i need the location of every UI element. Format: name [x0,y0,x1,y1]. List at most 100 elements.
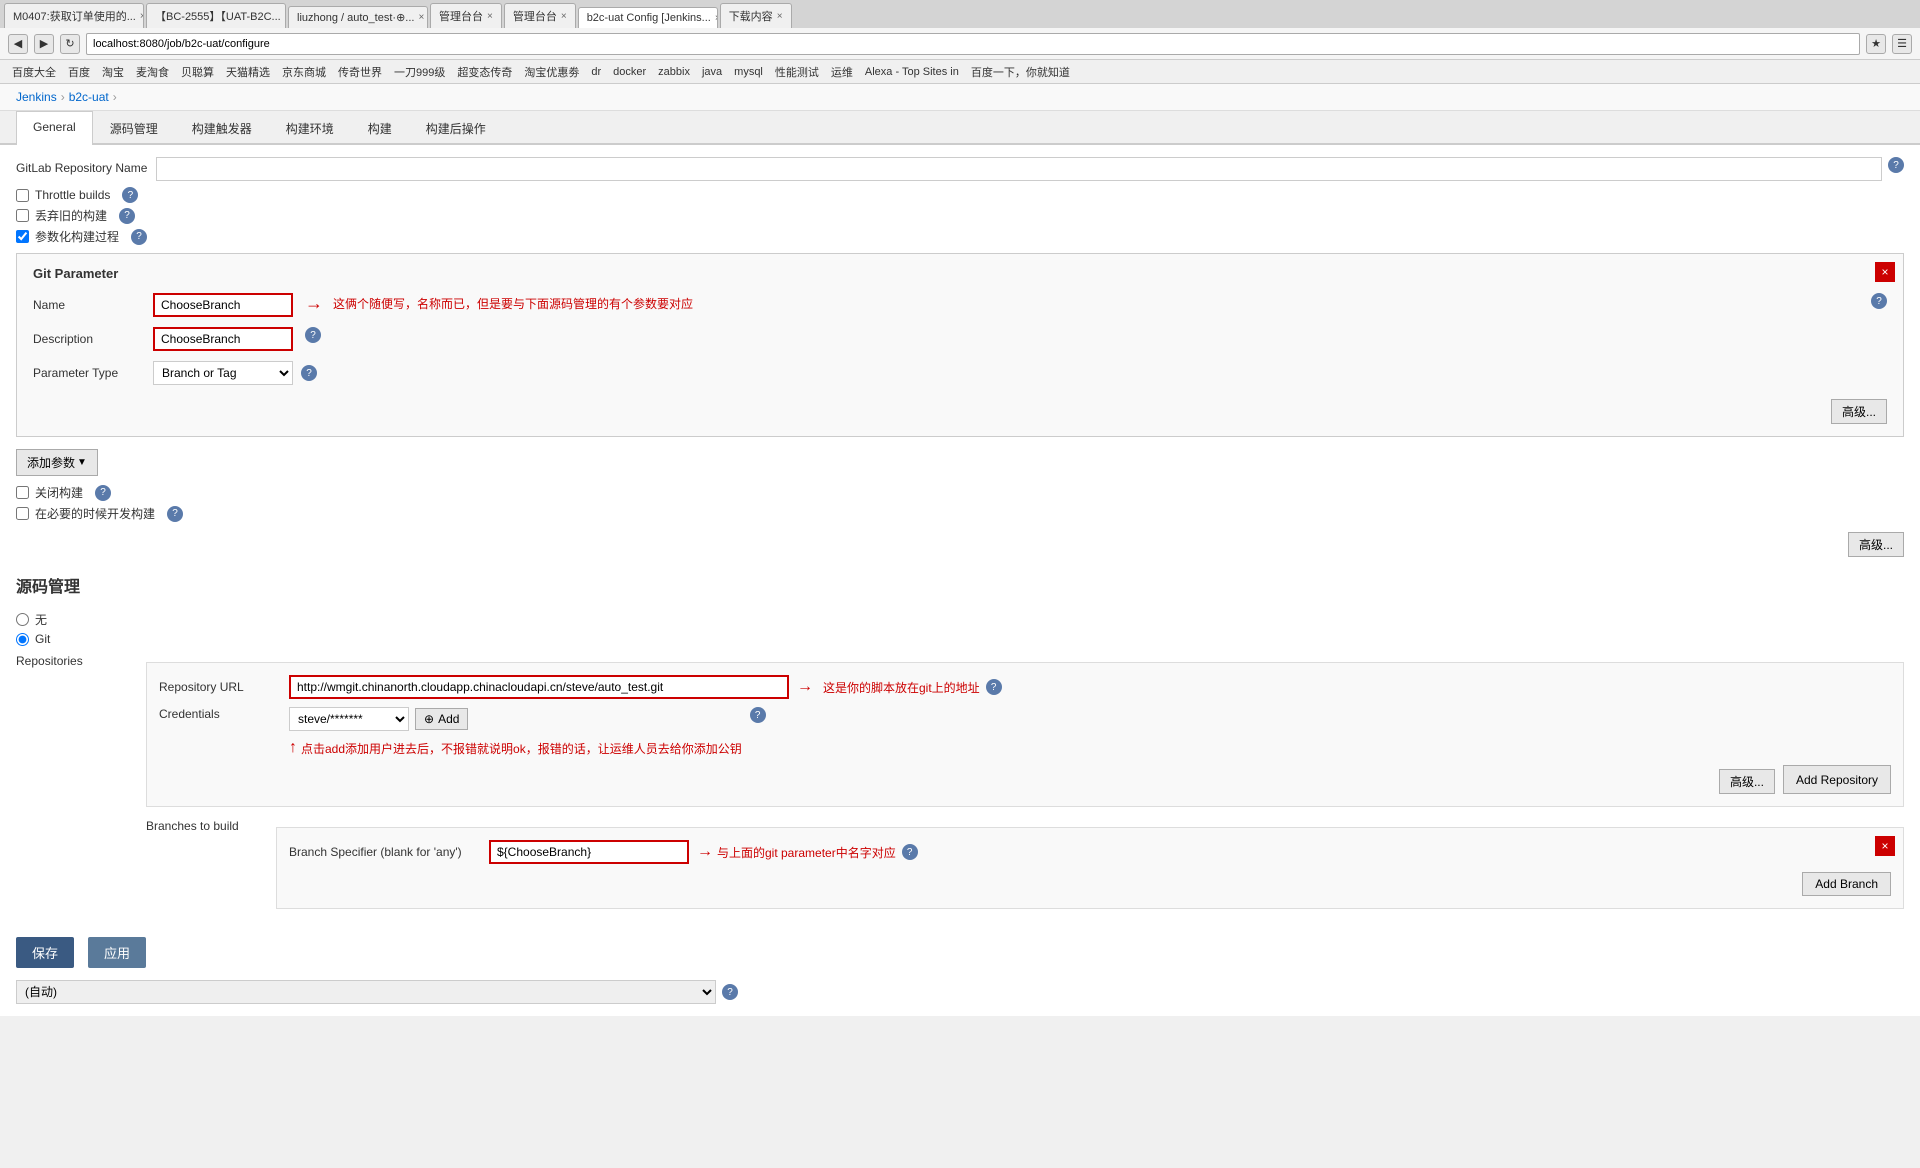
param-build-checkbox[interactable] [16,230,29,243]
credentials-info[interactable]: ? [750,707,766,723]
reload-button[interactable]: ↻ [60,34,80,54]
name-input[interactable] [153,293,293,317]
branch-arrow-icon: → [697,843,713,861]
branches-outer: Branches to build × Branch Specifier (bl… [146,819,1904,917]
credentials-select[interactable]: steve/******* [289,707,409,731]
bookmark-1[interactable]: 百度 [64,63,94,81]
tab-source-management[interactable]: 源码管理 [93,111,175,145]
discard-builds-row: 丢弃旧的构建 ? [16,207,1904,224]
add-params-button[interactable]: 添加参数 ▼ [16,449,98,476]
forward-button[interactable]: ▶ [34,34,54,54]
browser-tab-1[interactable]: M0407:获取订单使用的... × [4,3,144,28]
bookmark-15[interactable]: mysql [730,65,767,79]
apply-button[interactable]: 应用 [88,937,146,968]
repo-advanced-button[interactable]: 高级... [1719,769,1775,794]
gitlab-repo-info[interactable]: ? [1888,157,1904,173]
add-credentials-button[interactable]: ⊕ Add [415,708,468,730]
tab-build-env[interactable]: 构建环境 [269,111,351,145]
browser-tab-6[interactable]: b2c-uat Config [Jenkins... × [578,7,718,28]
disable-builds-checkbox[interactable] [16,486,29,499]
discard-builds-label: 丢弃旧的构建 [35,207,107,224]
param-type-select[interactable]: Branch or Tag [153,361,293,385]
build-when-checkbox[interactable] [16,507,29,520]
address-bar[interactable] [86,33,1860,55]
throttle-info[interactable]: ? [122,187,138,203]
tab-close-1[interactable]: × [140,11,144,22]
repo-url-annotation: 这是你的脚本放在git上的地址 [823,679,980,696]
auto-info[interactable]: ? [722,984,738,1000]
branch-annotation: 与上面的git parameter中名字对应 [717,844,896,861]
gitlab-repo-input[interactable] [156,157,1882,181]
add-params-label: 添加参数 [27,454,75,471]
param-type-info[interactable]: ? [301,365,317,381]
bookmark-10[interactable]: 淘宝优惠劵 [520,63,583,81]
gitlab-repo-label: GitLab Repository Name [16,157,156,175]
bookmark-19[interactable]: 百度一下，你就知道 [967,63,1074,81]
tab-close-5[interactable]: × [561,11,567,22]
tab-close-2[interactable]: × [285,11,286,22]
bookmark-5[interactable]: 天猫精选 [222,63,274,81]
repo-url-info[interactable]: ? [986,679,1002,695]
description-input[interactable] [153,327,293,351]
bookmark-13[interactable]: zabbix [654,65,694,79]
tab-build[interactable]: 构建 [351,111,409,145]
bookmark-12[interactable]: docker [609,65,650,79]
tab-general[interactable]: General [16,111,93,145]
bookmark-17[interactable]: 运维 [827,63,857,81]
bookmark-6[interactable]: 京东商城 [278,63,330,81]
browser-tab-7[interactable]: 下载内容 × [720,3,792,28]
bookmark-14[interactable]: java [698,65,726,79]
git-param-close-button[interactable]: × [1875,262,1895,282]
bookmark-3[interactable]: 麦淘食 [132,63,173,81]
tab-close-4[interactable]: × [487,11,493,22]
tab-post-build[interactable]: 构建后操作 [409,111,503,145]
menu-button[interactable]: ☰ [1892,34,1912,54]
add-params-dropdown-icon: ▼ [77,457,87,468]
advanced-2-button[interactable]: 高级... [1848,532,1904,557]
git-radio[interactable] [16,633,29,646]
description-info[interactable]: ? [305,327,321,343]
gitlab-repo-row: GitLab Repository Name ? [16,157,1904,181]
bookmark-8[interactable]: 一刀999级 [390,63,449,81]
discard-info[interactable]: ? [119,208,135,224]
add-branch-button[interactable]: Add Branch [1802,872,1891,896]
disable-builds-info[interactable]: ? [95,485,111,501]
bookmark-16[interactable]: 性能测试 [771,63,823,81]
tab-close-6[interactable]: × [715,13,718,24]
browser-tab-2[interactable]: 【BC-2555】【UAT-B2C... × [146,3,286,28]
bookmark-11[interactable]: dr [587,65,605,79]
back-button[interactable]: ◀ [8,34,28,54]
tab-build-trigger[interactable]: 构建触发器 [175,111,269,145]
discard-builds-checkbox[interactable] [16,209,29,222]
bookmark-7[interactable]: 传奇世界 [334,63,386,81]
bookmark-9[interactable]: 超变态传奇 [453,63,516,81]
bookmarks-bar: 百度大全 百度 淘宝 麦淘食 贝聪算 天猫精选 京东商城 传奇世界 一刀999级… [0,60,1920,84]
browser-tab-5[interactable]: 管理台台 × [504,3,576,28]
branch-specifier-input[interactable] [489,840,689,864]
auto-select[interactable]: (自动) [16,980,716,1004]
tab-close-7[interactable]: × [777,11,783,22]
star-button[interactable]: ★ [1866,34,1886,54]
branch-close-button[interactable]: × [1875,836,1895,856]
browser-tab-4[interactable]: 管理台台 × [430,3,502,28]
build-when-row: 在必要的时候开发构建 ? [16,505,1904,522]
add-repository-button[interactable]: Add Repository [1783,765,1891,794]
bookmark-4[interactable]: 贝聪算 [177,63,218,81]
tab-close-3[interactable]: × [418,12,424,23]
git-param-advanced-button[interactable]: 高级... [1831,399,1887,424]
auto-row: (自动) ? [16,980,1904,1004]
branch-specifier-info[interactable]: ? [902,844,918,860]
param-build-info[interactable]: ? [131,229,147,245]
browser-tab-3[interactable]: liuzhong / auto_test·⊕... × [288,6,428,28]
breadcrumb-b2c-uat[interactable]: b2c-uat [69,90,109,104]
bookmark-18[interactable]: Alexa - Top Sites in [861,65,963,79]
bookmark-0[interactable]: 百度大全 [8,63,60,81]
none-radio[interactable] [16,613,29,626]
repo-url-input[interactable] [289,675,789,699]
throttle-builds-checkbox[interactable] [16,189,29,202]
name-info[interactable]: ? [1871,293,1887,309]
bookmark-2[interactable]: 淘宝 [98,63,128,81]
save-button[interactable]: 保存 [16,937,74,968]
breadcrumb-jenkins[interactable]: Jenkins [16,90,57,104]
build-when-info[interactable]: ? [167,506,183,522]
